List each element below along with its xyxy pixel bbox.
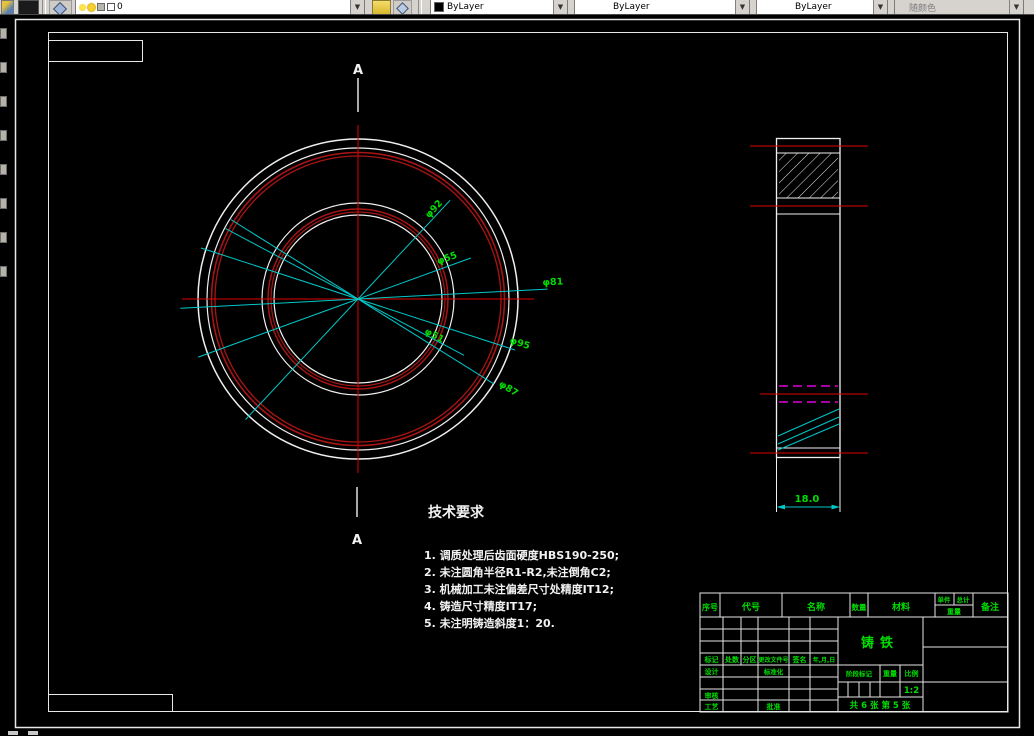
tb-sheet-info: 共 6 张 第 5 张 — [850, 700, 911, 711]
layer-properties-manager-icon[interactable] — [1, 0, 14, 14]
tb-col-code: 代号 — [741, 601, 760, 613]
dim-label: φ81 — [542, 276, 563, 288]
chevron-down-icon[interactable]: ▼ — [735, 0, 749, 14]
chevron-down-icon: ▼ — [1009, 0, 1023, 14]
toolbar-button-sliver[interactable] — [0, 130, 7, 141]
arrow-right — [831, 504, 840, 510]
layer-freeze-sun-icon[interactable] — [88, 3, 95, 11]
toolbar-separator — [42, 0, 46, 14]
color-swatch — [434, 2, 444, 12]
tb-row-change-file: 更改文件号 — [758, 656, 788, 664]
color-dropdown-value: ByLayer — [447, 2, 484, 12]
tb-col-single: 单件 — [938, 595, 952, 604]
display-icon[interactable] — [18, 0, 39, 14]
layer-lock-icon[interactable] — [97, 3, 105, 11]
toolbar-button-sliver[interactable] — [0, 164, 7, 175]
toolbar-button-sliver[interactable] — [0, 96, 7, 107]
taper-lines — [777, 408, 840, 451]
tb-col-material: 材料 — [891, 601, 910, 613]
tb-col-name: 名称 — [807, 601, 825, 613]
tech-req-line: 4. 铸造尺寸精度IT17; — [424, 599, 537, 613]
bottom-edge-sliver — [28, 731, 38, 735]
chevron-down-icon[interactable]: ▼ — [350, 0, 364, 14]
plot-style-dropdown-value: 随颜色 — [909, 3, 937, 14]
toolbar-button-sliver[interactable] — [0, 62, 7, 73]
linetype-dropdown[interactable]: ByLayer ▼ — [574, 0, 750, 14]
section-label-top: A — [353, 63, 363, 78]
tb-role-standardization: 标准化 — [763, 667, 784, 676]
layers-stack-icon[interactable] — [49, 0, 72, 14]
chevron-down-icon[interactable]: ▼ — [873, 0, 887, 14]
make-object-layer-current-icon[interactable] — [372, 0, 391, 14]
technical-requirements: 技术要求 1. 调质处理后齿面硬度HBS190-250; 2. 未注圆角半径R1… — [424, 504, 619, 630]
tb-scale-label: 比例 — [905, 669, 919, 678]
tb-row-count: 处数 — [724, 655, 740, 664]
lineweight-dropdown-value: ByLayer — [795, 2, 832, 12]
width-dim-label: 18.0 — [795, 494, 820, 505]
tb-row-mark: 标记 — [704, 655, 719, 664]
tb-role-review: 审核 — [705, 691, 719, 700]
tb-scale-value: 1:2 — [904, 686, 919, 696]
tb-stage-mark: 阶段标记 — [846, 669, 873, 678]
layer-dropdown[interactable]: 0 ▼ — [75, 0, 365, 14]
color-dropdown[interactable]: ByLayer ▼ — [430, 0, 568, 14]
layer-dropdown-value: 0 — [117, 2, 123, 12]
layer-color-chip — [107, 3, 115, 11]
width-dimension: 18.0 — [776, 458, 841, 512]
tb-role-process: 工艺 — [705, 702, 719, 711]
hatch-region — [779, 153, 838, 198]
toolbar-button-sliver[interactable] — [0, 266, 7, 277]
linetype-dropdown-value: ByLayer — [613, 2, 650, 12]
tb-col-remarks: 备注 — [980, 601, 999, 613]
tb-col-serial: 序号 — [702, 602, 718, 612]
tb-row-sign: 签名 — [792, 655, 807, 664]
lineweight-dropdown[interactable]: ByLayer ▼ — [756, 0, 888, 14]
tb-role-design: 设计 — [705, 667, 719, 676]
tb-col-total: 总计 — [957, 595, 971, 604]
tb-material-value: 铸铁 — [861, 635, 899, 651]
section-label-bottom: A — [352, 533, 362, 548]
bottom-edge-sliver — [8, 731, 18, 735]
dim-label: φ87 — [497, 379, 520, 399]
top-toolbar: 0 ▼ ByLayer ▼ ByLayer ▼ ByLayer ▼ 随颜色 ▼ — [0, 0, 1034, 15]
layer-on-bulb-icon[interactable] — [79, 3, 86, 11]
front-view: φ92 φ55 φ81 φ51 φ95 φ87 A A — [180, 63, 563, 548]
tb-row-zone: 分区 — [743, 655, 757, 664]
title-block: 序号 代号 名称 数量 材料 单件 总计 重量 备注 铸铁 标记 处数 分区 更… — [699, 592, 1009, 713]
dim-label: φ95 — [508, 335, 531, 352]
tech-req-line: 5. 未注明铸造斜度1：20. — [424, 616, 555, 630]
toolbar-button-sliver[interactable] — [0, 232, 7, 243]
tb-role-approve: 批准 — [767, 702, 781, 711]
toolbar-button-sliver[interactable] — [0, 198, 7, 209]
tech-req-line: 2. 未注圆角半径R1-R2,未注倒角C2; — [424, 565, 611, 579]
plot-style-dropdown: 随颜色 ▼ — [894, 0, 1024, 14]
drawing-canvas[interactable]: φ92 φ55 φ81 φ51 φ95 φ87 A A 18.0 技术要求 1.… — [0, 0, 1034, 736]
layer-previous-icon[interactable] — [393, 0, 412, 14]
tech-req-line: 3. 机械加工未注偏差尺寸处精度IT12; — [424, 582, 614, 596]
tb-col-qty: 数量 — [852, 602, 867, 612]
arrow-left — [776, 504, 785, 510]
toolbar-separator — [418, 0, 422, 14]
side-section-view: 18.0 — [750, 137, 868, 512]
cad-application-window: 0 ▼ ByLayer ▼ ByLayer ▼ ByLayer ▼ 随颜色 ▼ — [0, 0, 1034, 736]
tb-row-date: 年,月,日 — [813, 656, 836, 664]
toolbar-button-sliver[interactable] — [0, 28, 7, 39]
tech-req-line: 1. 调质处理后齿面硬度HBS190-250; — [424, 548, 619, 562]
tech-req-title: 技术要求 — [428, 504, 485, 521]
tb-col-weight: 重量 — [947, 607, 961, 616]
chevron-down-icon[interactable]: ▼ — [553, 0, 567, 14]
tb-weight-label: 重量 — [883, 669, 897, 678]
